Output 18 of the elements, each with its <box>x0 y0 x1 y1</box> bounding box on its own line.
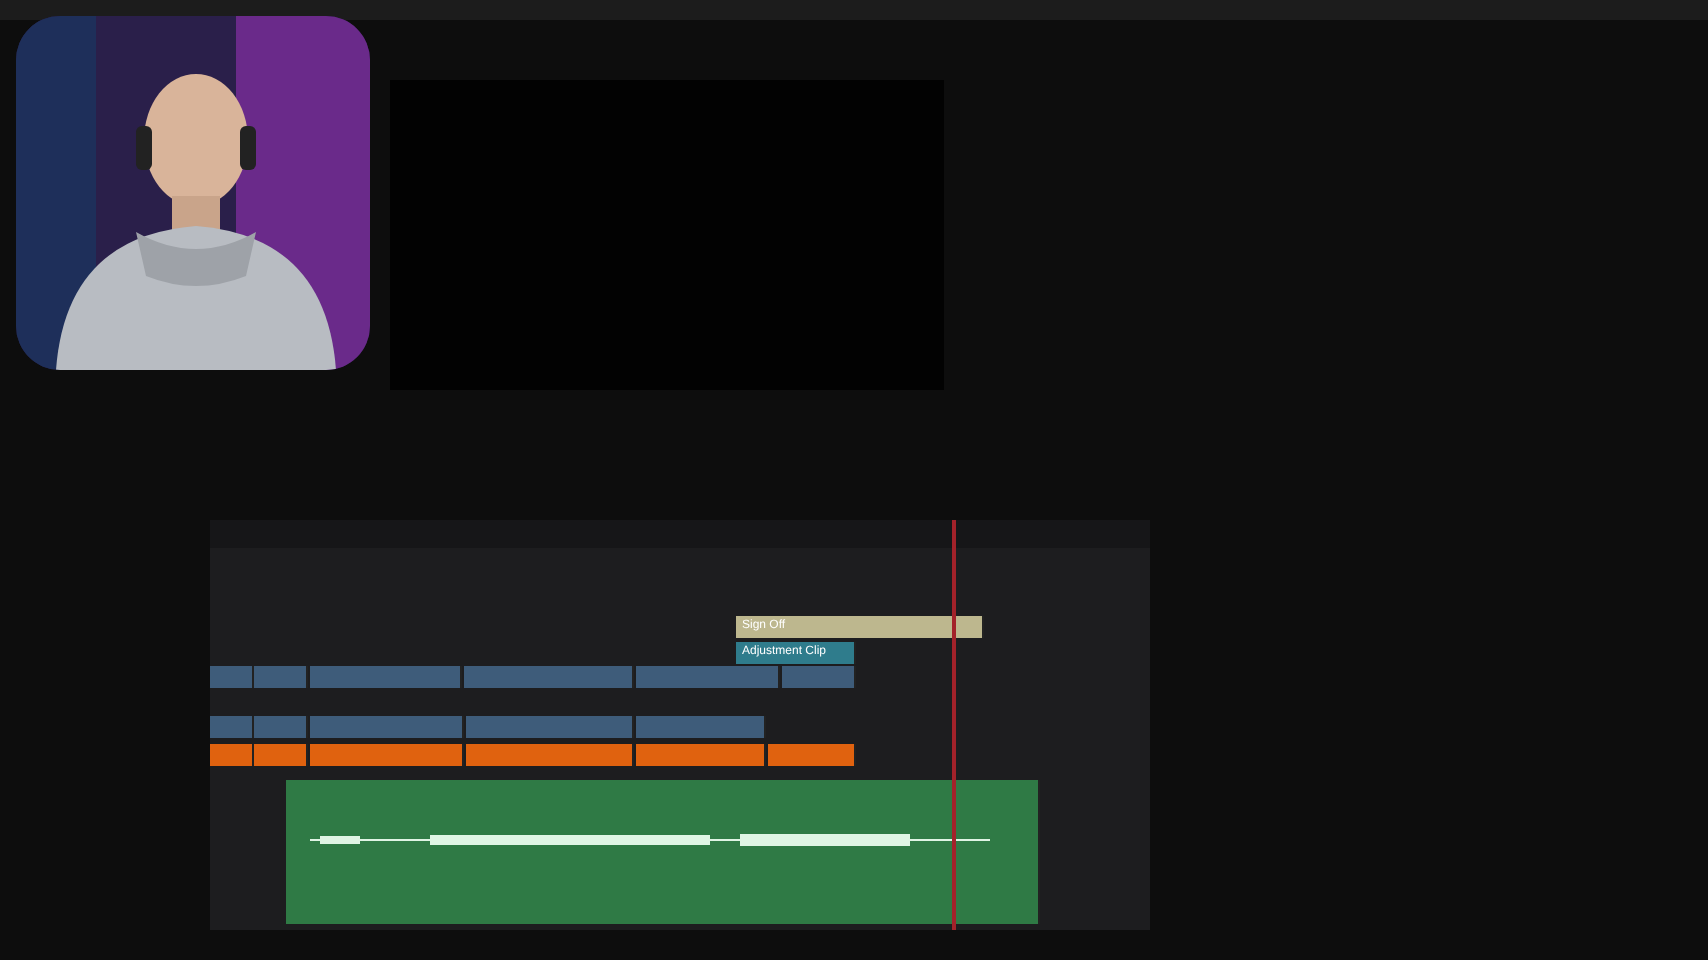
timeline-clip[interactable] <box>254 666 308 688</box>
timeline-clip[interactable] <box>636 744 766 766</box>
timeline-clip[interactable] <box>310 716 464 738</box>
timeline-clip[interactable] <box>254 716 308 738</box>
timeline-clip[interactable] <box>310 666 462 688</box>
audio-clip[interactable] <box>286 780 1040 924</box>
timeline-clip[interactable] <box>210 716 254 738</box>
timeline-clip[interactable] <box>466 716 634 738</box>
timeline-clip[interactable] <box>782 666 856 688</box>
timeline-clip[interactable] <box>636 716 766 738</box>
timeline-clip[interactable] <box>464 666 634 688</box>
timeline-clip[interactable] <box>466 744 634 766</box>
timeline-clip[interactable] <box>210 744 254 766</box>
timeline-clip[interactable] <box>636 666 780 688</box>
timeline-clip[interactable] <box>310 744 464 766</box>
timeline-clip[interactable] <box>768 744 856 766</box>
timeline-clip[interactable] <box>254 744 308 766</box>
timeline-clip[interactable] <box>210 666 254 688</box>
